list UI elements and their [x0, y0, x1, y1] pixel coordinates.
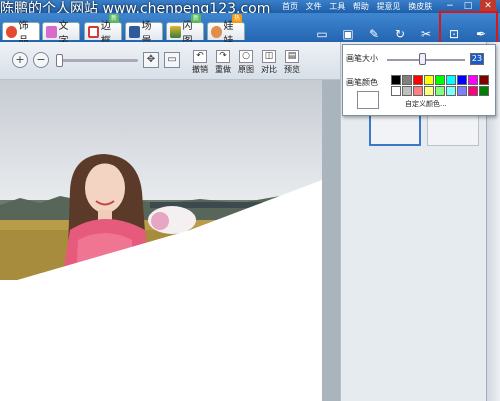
- zoom-slider-track[interactable]: [58, 59, 138, 62]
- photo-image: [0, 80, 322, 401]
- redo-label: 重做: [215, 65, 231, 74]
- tab-accessories[interactable]: 饰品: [2, 21, 40, 47]
- folder-icon: ▭: [316, 27, 328, 41]
- redo-icon: ↷: [216, 50, 230, 63]
- palette-color-swatch[interactable]: [402, 86, 412, 96]
- palette-color-swatch[interactable]: [479, 86, 489, 96]
- current-color-swatch: [357, 91, 379, 109]
- custom-color-link[interactable]: 自定义颜色...: [405, 99, 447, 109]
- undo-label: 撤销: [192, 65, 208, 74]
- fit-icon[interactable]: ✥: [143, 52, 159, 68]
- tab-flash[interactable]: 闪图 新: [166, 14, 204, 47]
- palette-color-swatch[interactable]: [457, 86, 467, 96]
- zoom-in-button[interactable]: +: [12, 52, 28, 68]
- palette-color-swatch[interactable]: [435, 86, 445, 96]
- crop-icon: ✂: [420, 27, 432, 41]
- compare-button[interactable]: ◫ 对比: [259, 50, 279, 76]
- doll-icon: [211, 25, 222, 38]
- thumbnail-selected[interactable]: [369, 114, 421, 146]
- palette-color-swatch[interactable]: [468, 75, 478, 85]
- tab-doll[interactable]: 娃娃 热: [207, 14, 245, 47]
- zoom-out-button[interactable]: −: [33, 52, 49, 68]
- preview-icon: ▤: [285, 50, 299, 63]
- original-button[interactable]: ○ 原图: [236, 50, 256, 76]
- rotate-icon: ↻: [394, 27, 406, 41]
- undo-icon: ↶: [193, 50, 207, 63]
- brush-size-knob[interactable]: [419, 53, 426, 65]
- undo-button[interactable]: ↶ 撤销: [190, 50, 210, 76]
- photo-canvas[interactable]: [0, 80, 322, 401]
- highlight-box: [439, 11, 498, 44]
- new-badge: 新: [191, 14, 201, 23]
- palette-color-swatch[interactable]: [435, 75, 445, 85]
- original-icon: ○: [239, 50, 253, 63]
- palette-color-swatch[interactable]: [446, 75, 456, 85]
- compare-icon: ◫: [262, 50, 276, 63]
- menu-file[interactable]: 文件: [306, 2, 322, 11]
- text-icon: [46, 25, 57, 38]
- color-palette: [391, 75, 491, 96]
- brush-size-value[interactable]: 23: [470, 53, 484, 65]
- brush-settings-popup: 画笔大小 23 画笔颜色 自定义颜色...: [342, 44, 496, 116]
- palette-color-swatch[interactable]: [391, 86, 401, 96]
- new-badge: 新: [109, 14, 119, 23]
- menu-feedback[interactable]: 提意见: [377, 2, 401, 11]
- palette-color-swatch[interactable]: [391, 75, 401, 85]
- palette-color-swatch[interactable]: [424, 75, 434, 85]
- preview-button[interactable]: ▤ 预览: [282, 50, 302, 76]
- tab-text[interactable]: 文字: [42, 21, 80, 47]
- cutout-icon: ✎: [368, 27, 380, 41]
- tab-frame[interactable]: 边框 新: [84, 14, 122, 47]
- brush-size-slider[interactable]: [387, 59, 465, 61]
- flash-icon: [170, 25, 181, 38]
- edit-toolbar: + − ✥ ▭ ↶ 撤销 ↷ 重做 ○ 原图 ◫ 对比 ▤ 预览: [0, 42, 340, 80]
- original-label: 原图: [238, 65, 254, 74]
- palette-color-swatch[interactable]: [413, 86, 423, 96]
- zoom-slider-knob[interactable]: [56, 54, 63, 67]
- redo-button[interactable]: ↷ 重做: [213, 50, 233, 76]
- hot-badge: 热: [232, 14, 242, 23]
- palette-color-swatch[interactable]: [424, 86, 434, 96]
- preview-label: 预览: [284, 65, 300, 74]
- palette-color-swatch[interactable]: [446, 86, 456, 96]
- scene-icon: [129, 25, 140, 38]
- save-icon: ▣: [342, 27, 354, 41]
- title-bar: 首页 文件 工具 帮助 提意见 换皮肤 − □ ✕ 陈鹏的个人网站 www.ch…: [0, 0, 500, 17]
- palette-color-swatch[interactable]: [457, 75, 467, 85]
- brush-color-label: 画笔颜色: [346, 78, 378, 87]
- canvas-area: [0, 80, 340, 401]
- frame-icon: [88, 25, 99, 38]
- brush-size-label: 画笔大小: [346, 54, 378, 63]
- palette-color-swatch[interactable]: [402, 75, 412, 85]
- tab-scene[interactable]: 场景: [125, 21, 163, 47]
- menu-help[interactable]: 帮助: [353, 2, 369, 11]
- menu-bar: 首页 文件 工具 帮助 提意见 换皮肤: [282, 0, 432, 13]
- heart-icon: [6, 25, 17, 38]
- palette-color-swatch[interactable]: [479, 75, 489, 85]
- category-tab-bar: 饰品 文字 边框 新 场景 闪图 新 娃娃 热 ▭ 打开 ▣ 保存 ✎ 抠图 ↻…: [0, 13, 500, 51]
- menu-home[interactable]: 首页: [282, 2, 298, 11]
- actual-size-icon[interactable]: ▭: [164, 52, 180, 68]
- menu-tools[interactable]: 工具: [329, 2, 345, 11]
- menu-skin[interactable]: 换皮肤: [408, 2, 432, 11]
- thumbnail[interactable]: [427, 114, 479, 146]
- compare-label: 对比: [261, 65, 277, 74]
- palette-color-swatch[interactable]: [413, 75, 423, 85]
- palette-color-swatch[interactable]: [468, 86, 478, 96]
